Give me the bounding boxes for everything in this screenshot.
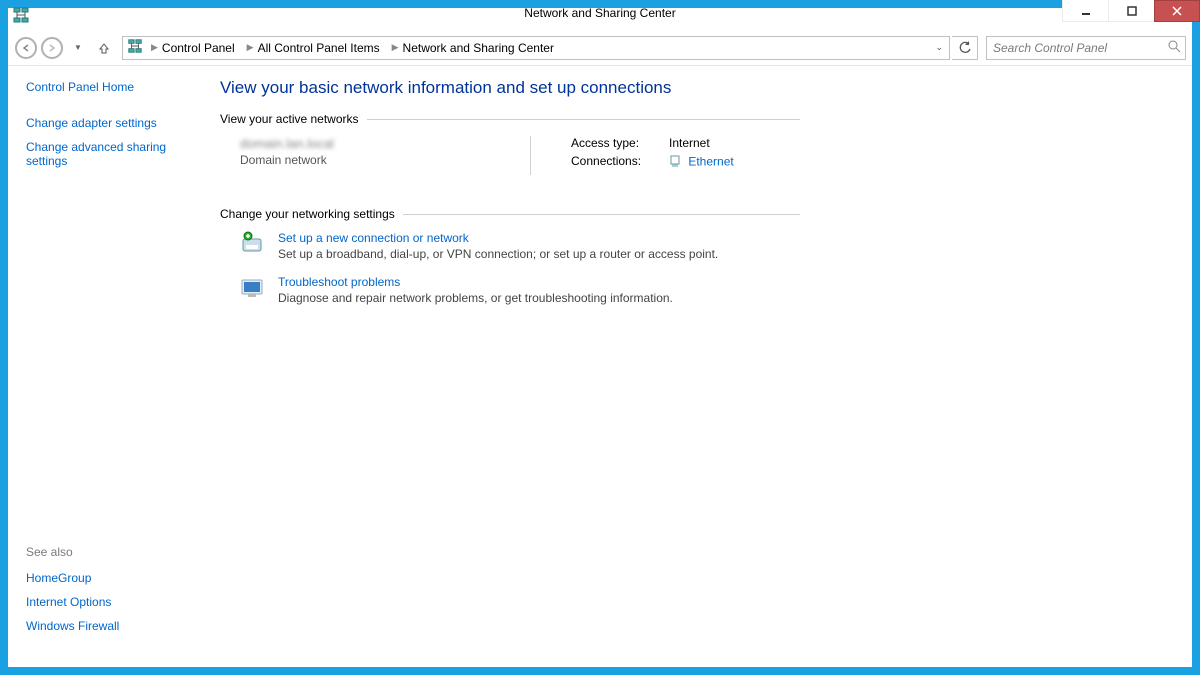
titlebar: Network and Sharing Center bbox=[0, 0, 1200, 30]
troubleshoot-link[interactable]: Troubleshoot problems bbox=[278, 275, 673, 289]
setup-connection-desc: Set up a broadband, dial-up, or VPN conn… bbox=[278, 247, 718, 261]
control-panel-home-link[interactable]: Control Panel Home bbox=[26, 80, 200, 94]
history-dropdown[interactable]: ▼ bbox=[66, 36, 90, 60]
breadcrumb-item[interactable]: ▶Control Panel bbox=[147, 37, 239, 59]
search-icon bbox=[1168, 40, 1181, 56]
new-connection-icon bbox=[240, 231, 266, 257]
see-also-title: See also bbox=[26, 545, 200, 559]
refresh-button[interactable] bbox=[952, 36, 978, 60]
troubleshoot-icon bbox=[240, 275, 266, 301]
access-type-value: Internet bbox=[669, 136, 710, 150]
forward-button[interactable] bbox=[40, 36, 64, 60]
breadcrumb-item[interactable]: ▶All Control Panel Items bbox=[243, 37, 384, 59]
address-dropdown[interactable]: ⌄ bbox=[929, 42, 949, 53]
see-also-section: See also HomeGroup Internet Options Wind… bbox=[26, 545, 200, 653]
connections-label: Connections: bbox=[571, 154, 651, 171]
ethernet-icon bbox=[669, 154, 681, 171]
ethernet-link[interactable]: Ethernet bbox=[688, 155, 733, 169]
setup-connection-link[interactable]: Set up a new connection or network bbox=[278, 231, 718, 245]
search-placeholder: Search Control Panel bbox=[993, 41, 1107, 55]
close-button[interactable] bbox=[1154, 0, 1200, 22]
windows-firewall-link[interactable]: Windows Firewall bbox=[26, 619, 200, 633]
network-center-icon bbox=[127, 38, 143, 57]
access-type-label: Access type: bbox=[571, 136, 651, 150]
page-title: View your basic network information and … bbox=[220, 78, 800, 98]
homegroup-link[interactable]: HomeGroup bbox=[26, 571, 200, 585]
network-type: Domain network bbox=[240, 153, 530, 167]
main-content: View your basic network information and … bbox=[218, 66, 1192, 667]
window-title: Network and Sharing Center bbox=[0, 6, 1200, 20]
change-advanced-link[interactable]: Change advanced sharing settings bbox=[26, 140, 196, 168]
troubleshoot-option: Troubleshoot problems Diagnose and repai… bbox=[240, 275, 800, 305]
internet-options-link[interactable]: Internet Options bbox=[26, 595, 200, 609]
troubleshoot-desc: Diagnose and repair network problems, or… bbox=[278, 291, 673, 305]
change-settings-heading: Change your networking settings bbox=[220, 207, 800, 221]
chevron-right-icon: ▶ bbox=[247, 42, 254, 53]
chevron-right-icon: ▶ bbox=[392, 42, 399, 53]
navbar: ▼ ▶Control Panel ▶All Control Panel Item… bbox=[8, 30, 1192, 66]
breadcrumb-item[interactable]: ▶Network and Sharing Center bbox=[388, 37, 558, 59]
setup-connection-option: Set up a new connection or network Set u… bbox=[240, 231, 800, 261]
sidebar: Control Panel Home Change adapter settin… bbox=[8, 66, 218, 667]
active-network: domain.lan.local Domain network Access t… bbox=[240, 136, 800, 175]
maximize-button[interactable] bbox=[1108, 0, 1154, 22]
back-button[interactable] bbox=[14, 36, 38, 60]
chevron-right-icon: ▶ bbox=[151, 42, 158, 53]
network-name: domain.lan.local bbox=[240, 136, 530, 151]
up-button[interactable] bbox=[92, 36, 116, 60]
minimize-button[interactable] bbox=[1062, 0, 1108, 22]
change-adapter-link[interactable]: Change adapter settings bbox=[26, 116, 200, 130]
active-networks-heading: View your active networks bbox=[220, 112, 800, 126]
search-input[interactable]: Search Control Panel bbox=[986, 36, 1186, 60]
breadcrumb[interactable]: ▶Control Panel ▶All Control Panel Items … bbox=[122, 36, 950, 60]
